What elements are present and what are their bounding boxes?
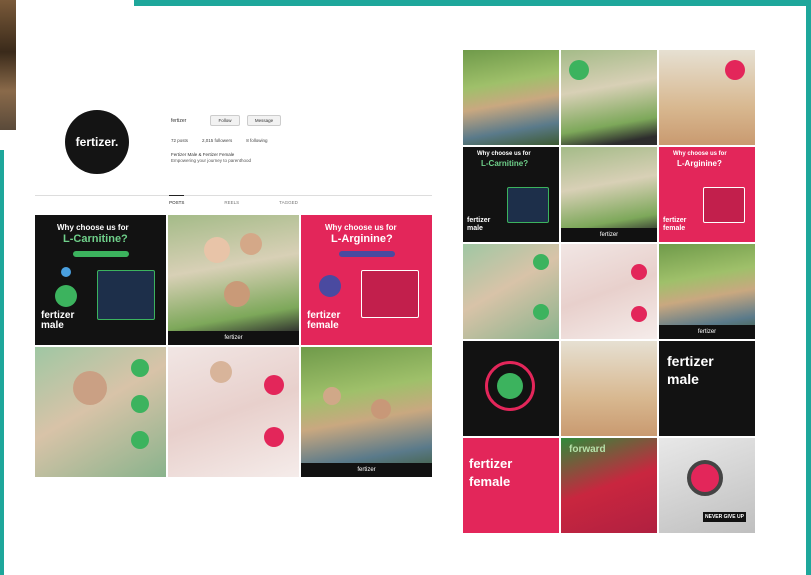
brand-text: fertizer bbox=[469, 456, 513, 471]
badge-circle bbox=[131, 395, 149, 413]
person-head bbox=[204, 237, 230, 263]
corner-photo-fragment bbox=[0, 0, 16, 130]
brand-text: fertizer bbox=[667, 353, 714, 369]
collage-tile-motive[interactable]: NEVER GIVE UP bbox=[659, 438, 755, 533]
post-question: Why choose us for bbox=[673, 151, 727, 157]
brand-bar: fertizer bbox=[561, 228, 657, 242]
brand-text: fertizer bbox=[467, 217, 491, 224]
profile-mockup: fertizer. fertizer Follow Message 72 pos… bbox=[35, 100, 432, 480]
badge-dot bbox=[61, 267, 71, 277]
product-box bbox=[703, 187, 745, 223]
collage-tile-father-child[interactable] bbox=[561, 50, 657, 145]
product-box bbox=[97, 270, 155, 320]
post-question: Why choose us for bbox=[57, 223, 129, 232]
post-title: L-Carnitine? bbox=[481, 159, 529, 168]
collage-tile-dad[interactable] bbox=[463, 244, 559, 339]
avatar[interactable]: fertizer. bbox=[65, 110, 129, 174]
brand-word: male bbox=[41, 320, 64, 331]
badge-circle bbox=[533, 254, 549, 270]
collage-tile-baby[interactable] bbox=[659, 50, 755, 145]
brand-word: female bbox=[307, 320, 339, 331]
teal-frame-right bbox=[806, 0, 811, 575]
post-title: L-Carnitine? bbox=[63, 233, 128, 245]
collage-tile-female-big[interactable]: fertizer female bbox=[463, 438, 559, 533]
tab-posts[interactable]: POSTS bbox=[169, 195, 185, 209]
post-larginine[interactable]: Why choose us for L-Arginine? fertizer f… bbox=[301, 215, 432, 345]
brand-word: male bbox=[667, 371, 699, 387]
bio-line-1: Fertizer Male & Fertizer Female bbox=[171, 152, 235, 157]
tab-tagged[interactable]: TAGGED bbox=[279, 200, 298, 209]
post-mom-photo[interactable] bbox=[168, 347, 299, 477]
profile-tabs: POSTS REELS TAGGED bbox=[35, 195, 432, 209]
brand-word: male bbox=[467, 225, 483, 232]
collage-tile-running[interactable]: forward bbox=[561, 438, 657, 533]
badge-circle bbox=[131, 431, 149, 449]
collage-tile-mom[interactable] bbox=[561, 244, 657, 339]
cta-pill bbox=[73, 251, 129, 257]
motive-text: NEVER GIVE UP bbox=[703, 512, 746, 522]
bio-line-2: Empowering your journey to parenthood bbox=[171, 158, 252, 163]
post-question: Why choose us for bbox=[477, 151, 531, 157]
badge-circle bbox=[631, 306, 647, 322]
person-head bbox=[224, 281, 250, 307]
followers-count[interactable]: 2,015 followers bbox=[202, 138, 232, 143]
profile-stats: 72 posts 2,015 followers 8 following bbox=[171, 138, 268, 143]
following-count[interactable]: 8 following bbox=[246, 138, 267, 143]
brand-bar: fertizer bbox=[301, 463, 432, 477]
badge-circle bbox=[319, 275, 341, 297]
teal-frame-left bbox=[0, 150, 4, 575]
posts-count[interactable]: 72 posts bbox=[171, 138, 188, 143]
post-dad-photo[interactable] bbox=[35, 347, 166, 477]
post-lcarnitine[interactable]: Why choose us for L-Carnitine? fertizer … bbox=[35, 215, 166, 345]
badge-circle bbox=[725, 60, 745, 80]
collage-tile-couple[interactable] bbox=[463, 50, 559, 145]
collage-tile-male-big[interactable]: fertizer male bbox=[659, 341, 755, 436]
brand-word: female bbox=[469, 474, 511, 489]
post-title: L-Arginine? bbox=[331, 233, 393, 245]
badge-circle bbox=[569, 60, 589, 80]
collage-tile-larginine[interactable]: Why choose us for L-Arginine? fertizer f… bbox=[659, 147, 755, 242]
collage-tile-picnic[interactable]: fertizer bbox=[659, 244, 755, 339]
tab-reels[interactable]: REELS bbox=[224, 200, 239, 209]
profile-username: fertizer bbox=[171, 118, 187, 124]
badge-circle bbox=[631, 264, 647, 280]
product-box bbox=[361, 270, 419, 318]
collage-tile-family[interactable]: fertizer bbox=[561, 147, 657, 242]
person-head bbox=[210, 361, 232, 383]
brand-word: female bbox=[663, 225, 686, 232]
collage-tile-sperm[interactable] bbox=[463, 341, 559, 436]
badge-circle bbox=[533, 304, 549, 320]
badge-circle bbox=[55, 285, 77, 307]
brand-bar: fertizer bbox=[659, 325, 755, 339]
teal-frame-top bbox=[134, 0, 811, 6]
person-head bbox=[323, 387, 341, 405]
profile-post-grid: Why choose us for L-Carnitine? fertizer … bbox=[35, 215, 432, 478]
person-head bbox=[240, 233, 262, 255]
badge-circle bbox=[264, 375, 284, 395]
brand-bar: fertizer bbox=[168, 331, 299, 345]
person-head bbox=[73, 371, 107, 405]
post-collage: Why choose us for L-Carnitine? fertizer … bbox=[463, 50, 758, 537]
flyer-text: forward bbox=[569, 444, 606, 455]
follow-button[interactable]: Follow bbox=[210, 115, 240, 126]
stopwatch-graphic bbox=[687, 460, 723, 496]
post-question: Why choose us for bbox=[325, 223, 397, 232]
cell-graphic bbox=[497, 373, 523, 399]
badge-circle bbox=[264, 427, 284, 447]
post-picnic-photo[interactable]: fertizer bbox=[301, 347, 432, 477]
post-title: L-Arginine? bbox=[677, 159, 722, 168]
post-family-photo[interactable]: fertizer bbox=[168, 215, 299, 345]
person-head bbox=[371, 399, 391, 419]
collage-tile-lcarnitine[interactable]: Why choose us for L-Carnitine? fertizer … bbox=[463, 147, 559, 242]
brand-text: fertizer bbox=[663, 217, 687, 224]
product-box bbox=[507, 187, 549, 223]
badge-circle bbox=[131, 359, 149, 377]
collage-tile-beach[interactable] bbox=[561, 341, 657, 436]
message-button[interactable]: Message bbox=[247, 115, 281, 126]
cta-pill bbox=[339, 251, 395, 257]
